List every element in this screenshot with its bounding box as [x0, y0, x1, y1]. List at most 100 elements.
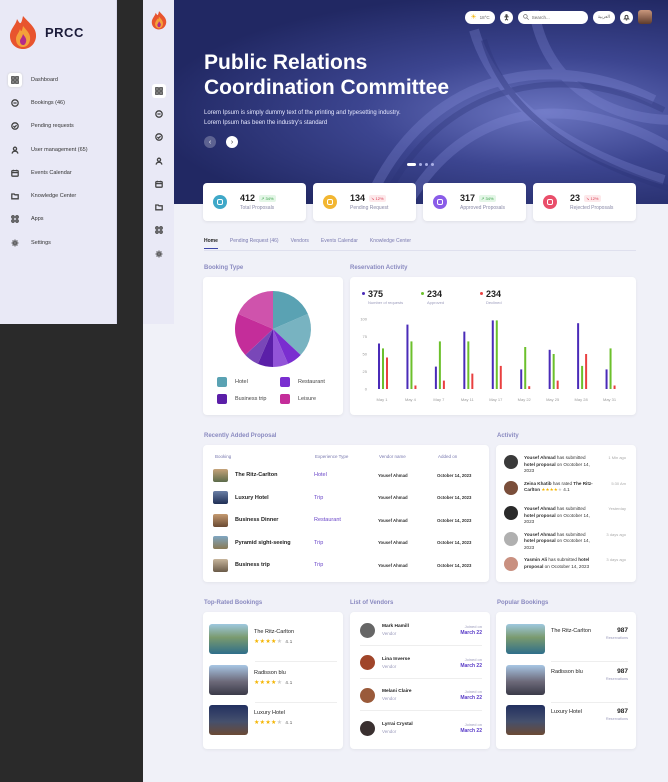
bar-number-of-requests[interactable] — [491, 320, 494, 389]
bar-declined[interactable] — [442, 380, 445, 389]
bar-declined[interactable] — [499, 365, 502, 389]
bar-declined[interactable] — [585, 354, 588, 389]
activity-target[interactable]: hotel proposal — [524, 538, 556, 543]
experience-type[interactable]: Restaurant — [314, 517, 378, 523]
mini-item-pending-requests[interactable] — [143, 126, 174, 149]
stat-card[interactable]: 134 ↘ 12% Pending Request — [313, 183, 416, 221]
stat-card[interactable]: 412 ↗ 34% Total Proposals — [203, 183, 306, 221]
bar-approved[interactable] — [524, 347, 527, 389]
sun-icon: ☀ — [470, 14, 477, 21]
bar-number-of-requests[interactable] — [378, 343, 380, 390]
stat-card[interactable]: 23 ↘ 12% Rejected Proposals — [533, 183, 636, 221]
sidebar-item-apps[interactable]: Apps — [0, 208, 116, 231]
tab-home[interactable]: Home — [204, 238, 218, 249]
slide-indicator[interactable] — [407, 163, 434, 166]
flame-logo-icon[interactable] — [150, 10, 168, 30]
vendor-row[interactable]: Lyrrai Crystal Vendor Joined on March 22 — [360, 717, 482, 739]
bar-approved[interactable] — [552, 354, 555, 389]
bar-approved[interactable] — [609, 348, 612, 389]
bar-number-of-requests[interactable] — [548, 349, 551, 389]
user-avatar[interactable] — [638, 10, 652, 24]
sidebar-item-user-management[interactable]: User management (65) — [0, 138, 116, 161]
mini-item-dashboard[interactable] — [143, 79, 174, 102]
bar-number-of-requests[interactable] — [520, 369, 523, 389]
bar-number-of-requests[interactable] — [463, 331, 466, 389]
mini-item-bookings[interactable] — [143, 102, 174, 125]
tab-events-calendar[interactable]: Events Calendar — [321, 238, 358, 249]
weather-pill[interactable]: ☀ 18°C — [465, 10, 495, 24]
tab-knowledge-center[interactable]: Knowledge Center — [370, 238, 411, 249]
sidebar-item-bookings[interactable]: Bookings (46) — [0, 91, 116, 114]
sidebar-item-settings[interactable]: Settings — [0, 231, 116, 254]
next-slide-button[interactable]: › — [226, 136, 238, 148]
y-tick-label: 25 — [363, 369, 368, 374]
mini-item-knowledge-center[interactable] — [143, 195, 174, 218]
stat-label: Pending Request — [350, 205, 389, 211]
logo[interactable]: PRCC — [0, 0, 116, 56]
bar-approved[interactable] — [581, 365, 584, 389]
bar-declined[interactable] — [613, 385, 616, 390]
table-row[interactable]: The Ritz-Carlton Hotel Yousef Ahmad October… — [213, 464, 481, 486]
col-header[interactable]: Booking — [215, 454, 231, 459]
popular-item[interactable]: Luxury Hotel 987 Reservations — [506, 705, 628, 741]
col-header[interactable]: Vendor name — [379, 454, 406, 459]
bar-approved[interactable] — [410, 341, 413, 389]
hotel-image — [506, 705, 545, 735]
vendor-row[interactable]: Lina Inverse Vendor Joined on March 22 — [360, 652, 482, 674]
top-rated-item[interactable]: Luxury Hotel ★★★★★ 4.1 — [209, 705, 293, 741]
search-input[interactable]: Search... — [517, 10, 588, 24]
col-header[interactable]: Experience Type — [315, 454, 348, 459]
top-rated-item[interactable]: The Ritz-Carlton ★★★★★ 4.1 — [209, 624, 294, 660]
popular-item[interactable]: The Ritz-Carlton 987 Reservations — [506, 624, 628, 660]
accessibility-button[interactable] — [499, 10, 513, 24]
table-row[interactable]: Business trip Trip Yousef Ahmad October 14,… — [213, 554, 481, 576]
table-row[interactable]: Luxury Hotel Trip Yousef Ahmad October 14, … — [213, 487, 481, 509]
bar-declined[interactable] — [471, 373, 474, 389]
bar-declined[interactable] — [528, 386, 531, 389]
bar-declined[interactable] — [414, 385, 417, 390]
sidebar-item-knowledge-center[interactable]: Knowledge Center — [0, 184, 116, 207]
experience-type[interactable]: Trip — [314, 562, 378, 568]
activity-target[interactable]: hotel proposal — [524, 462, 556, 467]
experience-type[interactable]: Hotel — [314, 472, 378, 478]
vendor-row[interactable]: Mark Hamill Vendor Joined on March 22 — [360, 619, 482, 641]
bar-number-of-requests[interactable] — [406, 324, 409, 389]
sidebar-item-events-calendar[interactable]: Events Calendar — [0, 161, 116, 184]
activity-user[interactable]: Zeina Khatib — [524, 481, 552, 486]
tab-pending-request[interactable]: Pending Request (46) — [230, 238, 279, 249]
prev-slide-button[interactable]: ‹ — [204, 136, 216, 148]
bar-number-of-requests[interactable] — [605, 369, 608, 389]
bar-approved[interactable] — [438, 341, 441, 389]
popular-item[interactable]: Radisson blu 987 Reservations — [506, 664, 628, 701]
mini-item-settings[interactable] — [143, 242, 174, 265]
activity-user[interactable]: Yousef Ahmad — [524, 506, 556, 511]
activity-user[interactable]: Yasmin Ali — [524, 557, 547, 562]
top-rated-item[interactable]: Radisson blu ★★★★★ 4.1 — [209, 664, 293, 701]
vendor-row[interactable]: Melani Claire Vendor Joined on March 22 — [360, 684, 482, 706]
mini-item-events-calendar[interactable] — [143, 172, 174, 195]
sidebar-item-pending-requests[interactable]: Pending requests — [0, 115, 116, 138]
table-row[interactable]: Business Dinner Restaurant Yousef Ahmad Oct… — [213, 509, 481, 531]
sidebar-item-dashboard[interactable]: Dashboard — [0, 68, 116, 91]
notifications-button[interactable] — [620, 10, 633, 24]
bar-number-of-requests[interactable] — [577, 323, 580, 389]
mini-item-apps[interactable] — [143, 219, 174, 242]
language-button[interactable]: العربية — [592, 10, 615, 24]
bar-approved[interactable] — [495, 320, 498, 389]
stat-card[interactable]: 317 ↗ 34% Approved Proposals — [423, 183, 526, 221]
activity-user[interactable]: Yousef Ahmad — [524, 455, 556, 460]
bar-approved[interactable] — [382, 348, 384, 389]
bar-approved[interactable] — [467, 341, 470, 389]
check-circle-icon — [154, 133, 163, 142]
tab-vendors[interactable]: Vendors — [291, 238, 309, 249]
bar-declined[interactable] — [556, 380, 559, 389]
activity-target[interactable]: hotel proposal — [524, 513, 556, 518]
mini-item-user-management[interactable] — [143, 149, 174, 172]
experience-type[interactable]: Trip — [314, 495, 378, 501]
experience-type[interactable]: Trip — [314, 540, 378, 546]
bar-declined[interactable] — [386, 357, 388, 390]
bar-number-of-requests[interactable] — [434, 366, 437, 389]
col-header[interactable]: Added on — [438, 454, 457, 459]
activity-user[interactable]: Yousef Ahmad — [524, 532, 556, 537]
table-row[interactable]: Pyramid sight-seeing Trip Yousef Ahmad Octo… — [213, 532, 481, 554]
